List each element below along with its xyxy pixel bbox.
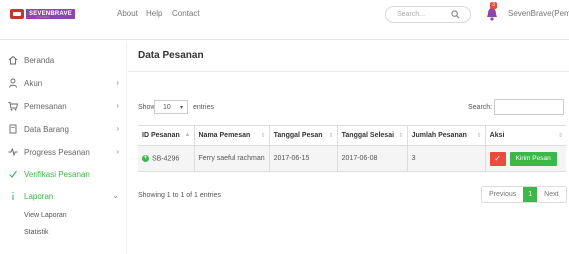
home-icon xyxy=(8,55,18,65)
main-content: Data Pesanan Show 10 ▾ entries Search: I… xyxy=(128,41,569,254)
cell-jumlah: 3 xyxy=(406,145,486,172)
pulse-icon xyxy=(8,147,18,157)
sidebar-item-label: Beranda xyxy=(24,56,55,65)
orders-table: ID Pesanan ▲ Nama Pemesan ⇕ Tanggal Pesan ⇕… xyxy=(138,125,566,172)
sidebar-item-label: Pemesanan xyxy=(24,102,67,111)
column-header-label: Nama Pemesan xyxy=(198,132,251,139)
verify-button[interactable]: ✓ xyxy=(489,151,506,166)
sort-icon: ⇕ xyxy=(260,133,266,139)
cell-nama: Ferry saeful rachman xyxy=(193,145,270,172)
sidebar-item-pemesanan[interactable]: Pemesanan › xyxy=(0,99,127,115)
pagination: Previous 1 Next xyxy=(481,186,567,203)
nav-contact-link[interactable]: Contact xyxy=(172,9,200,18)
logo-text: SEVENBRAVE xyxy=(26,9,75,19)
sidebar-item-label: Data Barang xyxy=(24,125,69,134)
sidebar-item-beranda[interactable]: Beranda xyxy=(0,53,127,69)
sidebar-item-akun[interactable]: Akun › xyxy=(0,76,127,92)
column-header-label: Tanggal Pesan xyxy=(273,132,323,139)
column-header-label: Aksi xyxy=(489,132,505,139)
info-icon xyxy=(12,192,14,200)
user-menu[interactable]: SevenBrave(Pemilik) xyxy=(508,9,569,18)
sidebar-item-label: Akun xyxy=(24,79,43,88)
document-icon xyxy=(9,124,17,134)
column-header-label: Tanggal Selesai xyxy=(341,132,395,139)
nav-help-link[interactable]: Help xyxy=(146,9,162,18)
sidebar: Beranda Akun › Pemesanan › Data Barang ›… xyxy=(0,41,127,254)
send-message-button[interactable]: Kirim Pesan xyxy=(509,151,557,166)
cell-aksi: ✓ Kirim Pesan xyxy=(484,145,566,172)
sidebar-item-label: Laporan xyxy=(24,192,54,201)
logo-mark-icon xyxy=(10,9,24,19)
search-placeholder: Search... xyxy=(397,11,426,18)
sort-icon: ▲ xyxy=(184,132,191,138)
table-search-input[interactable] xyxy=(494,99,564,115)
column-header-label: ID Pesanan xyxy=(142,132,180,139)
pagination-next[interactable]: Next xyxy=(537,187,565,202)
column-header-label: Jumlah Pesanan xyxy=(411,132,467,139)
column-header-aksi[interactable]: Aksi ⇕ xyxy=(484,125,566,146)
column-header-nama[interactable]: Nama Pemesan ⇕ xyxy=(193,125,270,146)
chevron-right-icon: › xyxy=(116,78,119,87)
check-icon xyxy=(9,170,17,178)
table-row: + SB-4296 Ferry saeful rachman 2017-06-15… xyxy=(138,145,566,172)
notification-badge: 3 xyxy=(490,2,497,9)
sidebar-item-laporan[interactable]: Laporan ⌄ xyxy=(0,189,127,205)
user-icon xyxy=(9,78,17,88)
sort-icon: ⇕ xyxy=(398,133,404,139)
cell-id-text: SB-4296 xyxy=(152,155,180,163)
cell-tanggal-selesai: 2017-06-08 xyxy=(336,145,408,172)
divider xyxy=(128,71,569,72)
sidebar-subitem-statistik[interactable]: Statistik xyxy=(24,229,49,236)
logo-subtext: APPAREL xyxy=(36,15,50,19)
pagination-previous[interactable]: Previous xyxy=(482,187,523,202)
cart-icon xyxy=(8,102,18,111)
table-info-text: Showing 1 to 1 of 1 entries xyxy=(138,192,221,199)
header-search-input[interactable]: Search... xyxy=(385,6,471,23)
sidebar-item-progress-pesanan[interactable]: Progress Pesanan › xyxy=(0,145,127,161)
entries-select-value: 10 xyxy=(163,104,171,111)
sidebar-subitem-view-laporan[interactable]: View Laporan xyxy=(24,212,67,219)
table-search-label: Search: xyxy=(468,104,493,111)
sort-icon: ⇕ xyxy=(328,133,334,139)
sort-icon: ⇕ xyxy=(476,133,482,139)
chevron-right-icon: › xyxy=(116,147,119,156)
show-label: Show xyxy=(138,104,156,111)
cell-id: + SB-4296 xyxy=(138,145,194,172)
column-header-tanggal-pesan[interactable]: Tanggal Pesan ⇕ xyxy=(268,125,338,146)
expand-row-icon[interactable]: + xyxy=(142,154,149,162)
column-header-jumlah[interactable]: Jumlah Pesanan ⇕ xyxy=(406,125,486,146)
top-navbar: SEVENBRAVE APPAREL About Help Contact Se… xyxy=(0,0,569,40)
sidebar-item-data-barang[interactable]: Data Barang › xyxy=(0,122,127,138)
cell-tanggal-pesan: 2017-06-15 xyxy=(268,145,338,172)
table-header-row: ID Pesanan ▲ Nama Pemesan ⇕ Tanggal Pesan ⇕… xyxy=(138,125,566,146)
entries-per-page-select[interactable]: 10 ▾ xyxy=(154,100,188,114)
page-title: Data Pesanan xyxy=(138,50,204,61)
caret-down-icon: ▾ xyxy=(179,105,183,111)
entries-label: entries xyxy=(193,104,215,111)
sidebar-item-label: Verifikasi Pesanan xyxy=(24,170,90,179)
sidebar-item-verifikasi-pesanan[interactable]: Verifikasi Pesanan xyxy=(0,167,127,183)
chevron-down-icon: ⌄ xyxy=(112,191,119,200)
column-header-tanggal-selesai[interactable]: Tanggal Selesai ⇕ xyxy=(336,125,408,146)
chevron-right-icon: › xyxy=(116,101,119,110)
sidebar-item-label: Progress Pesanan xyxy=(24,148,90,157)
search-icon[interactable] xyxy=(451,10,460,19)
chevron-right-icon: › xyxy=(116,124,119,133)
sort-icon: ⇕ xyxy=(557,133,563,139)
nav-about-link[interactable]: About xyxy=(117,9,138,18)
column-header-id[interactable]: ID Pesanan ▲ xyxy=(138,125,194,146)
pagination-page-1[interactable]: 1 xyxy=(523,187,538,202)
